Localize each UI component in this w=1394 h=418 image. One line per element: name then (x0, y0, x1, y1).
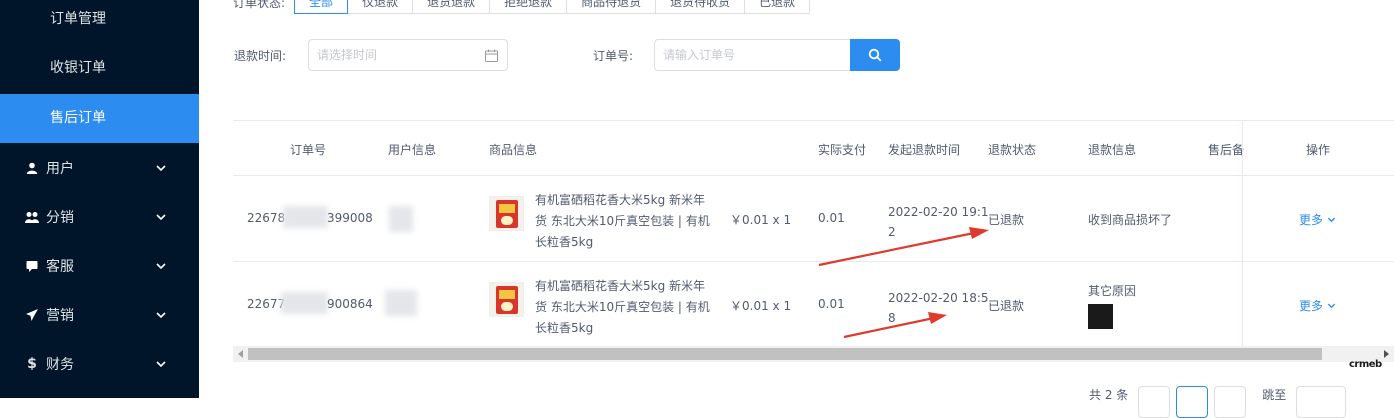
pagination: 共 2 条 跳至 (1089, 386, 1347, 418)
send-icon (24, 308, 40, 321)
chevron-down-icon (156, 262, 166, 269)
annotation-arrow (843, 316, 935, 339)
chevron-down-icon (156, 213, 166, 220)
dollar-icon: $ (27, 355, 37, 372)
user-icon (24, 162, 40, 174)
chevron-down-icon (156, 311, 166, 318)
pagination-jump-input[interactable] (1296, 386, 1347, 418)
chevron-down-icon (156, 164, 166, 171)
chat-icon (24, 260, 40, 272)
main-content: 订单状态: 全部 仅退款 退货退款 拒绝退款 商品待退货 退货待收货 已退款 退… (199, 0, 1394, 418)
sidebar-item-distribution[interactable]: 分销 (0, 192, 199, 241)
distribution-icon (24, 211, 40, 223)
sidebar-item-marketing[interactable]: 营销 (0, 290, 199, 339)
sidebar-item-users[interactable]: 用户 (0, 143, 199, 192)
annotation-arrowhead (928, 312, 947, 324)
annotation-arrow (818, 231, 975, 267)
scroll-left-arrow-icon[interactable] (237, 350, 245, 358)
sidebar-item-cashier-orders[interactable]: 收银订单 (0, 44, 199, 93)
sidebar-item-finance[interactable]: $ 财务 (0, 339, 199, 388)
annotation-arrowhead (969, 227, 989, 239)
annotation-arrows (818, 227, 989, 339)
sidebar-item-order-management[interactable]: 订单管理 (0, 0, 199, 44)
next-page-button[interactable] (1214, 386, 1247, 418)
status-option-all[interactable]: 全部 (294, 0, 349, 14)
scroll-right-arrow-icon[interactable] (1382, 350, 1390, 358)
scrollbar-thumb[interactable] (248, 348, 1322, 360)
prev-page-button[interactable] (1138, 386, 1171, 418)
crmeb-watermark: crmeb (1349, 359, 1382, 370)
page-1-button[interactable] (1176, 386, 1209, 418)
pagination-total: 共 2 条 (1089, 388, 1129, 402)
horizontal-scrollbar[interactable] (233, 346, 1394, 362)
pagination-jump-label: 跳至 (1262, 388, 1287, 402)
sidebar: 订单管理 收银订单 售后订单 用户 分销 客服 营销 $ 财务 (0, 0, 199, 398)
sidebar-item-customer-service[interactable]: 客服 (0, 241, 199, 290)
chevron-down-icon (156, 360, 166, 367)
sidebar-item-after-sale-orders[interactable]: 售后订单 (0, 94, 199, 143)
